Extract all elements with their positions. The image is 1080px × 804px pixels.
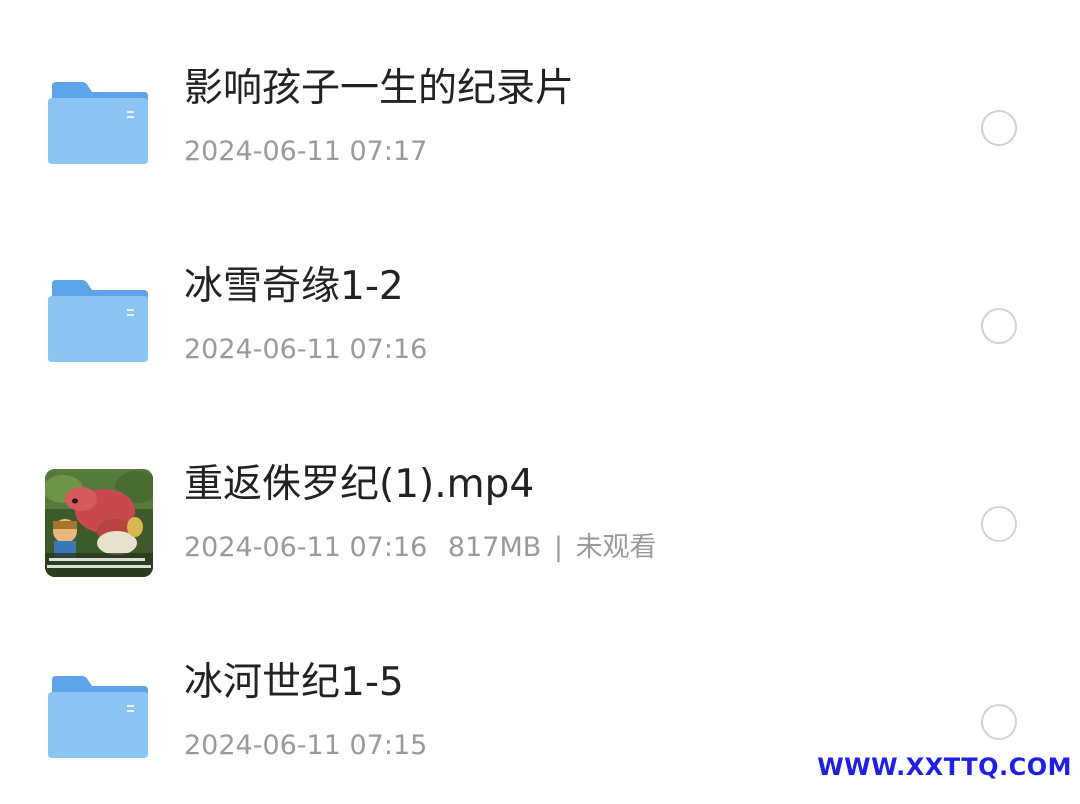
file-row-folder[interactable]: 冰河世纪1-5 2024-06-11 07:15 — [0, 654, 1080, 804]
file-name: 重返侏罗纪(1).mp4 — [184, 462, 535, 507]
select-radio[interactable] — [981, 308, 1017, 344]
video-thumbnail — [44, 464, 156, 577]
folder-icon — [44, 68, 156, 180]
file-row-folder[interactable]: 冰雪奇缘1-2 2024-06-11 07:16 — [0, 258, 1080, 408]
file-row-video[interactable]: 重返侏罗纪(1).mp4 2024-06-11 07:16 817MB | 未观… — [0, 456, 1080, 606]
folder-icon — [44, 662, 156, 774]
file-list: 影响孩子一生的纪录片 2024-06-11 07:17 冰雪奇缘1-2 2024… — [0, 0, 1080, 787]
select-radio[interactable] — [981, 506, 1017, 542]
file-date: 2024-06-11 07:17 — [184, 136, 428, 167]
file-name: 冰雪奇缘1-2 — [184, 264, 404, 309]
folder-icon-graphic — [48, 280, 148, 362]
watch-status: 未观看 — [575, 532, 657, 563]
file-date: 2024-06-11 07:15 — [184, 730, 428, 761]
watermark: WWW.XXTTQ.COM — [817, 753, 1072, 781]
file-name: 影响孩子一生的纪录片 — [184, 66, 575, 111]
file-meta: 2024-06-11 07:15 — [184, 728, 427, 764]
file-meta: 2024-06-11 07:17 — [184, 134, 427, 170]
file-date: 2024-06-11 07:16 — [184, 334, 428, 365]
file-meta: 2024-06-11 07:16 — [184, 332, 427, 368]
file-date: 2024-06-11 07:16 — [184, 532, 428, 563]
file-size: 817MB — [447, 532, 542, 563]
video-thumbnail-image — [45, 469, 153, 577]
select-radio[interactable] — [981, 704, 1017, 740]
meta-separator: | — [553, 532, 563, 563]
file-meta: 2024-06-11 07:16 817MB | 未观看 — [184, 530, 657, 566]
folder-icon — [44, 266, 156, 378]
folder-icon-graphic — [48, 82, 148, 164]
folder-icon-graphic — [48, 676, 148, 758]
file-row-folder[interactable]: 影响孩子一生的纪录片 2024-06-11 07:17 — [0, 60, 1080, 210]
select-radio[interactable] — [981, 110, 1017, 146]
file-name: 冰河世纪1-5 — [184, 660, 404, 705]
